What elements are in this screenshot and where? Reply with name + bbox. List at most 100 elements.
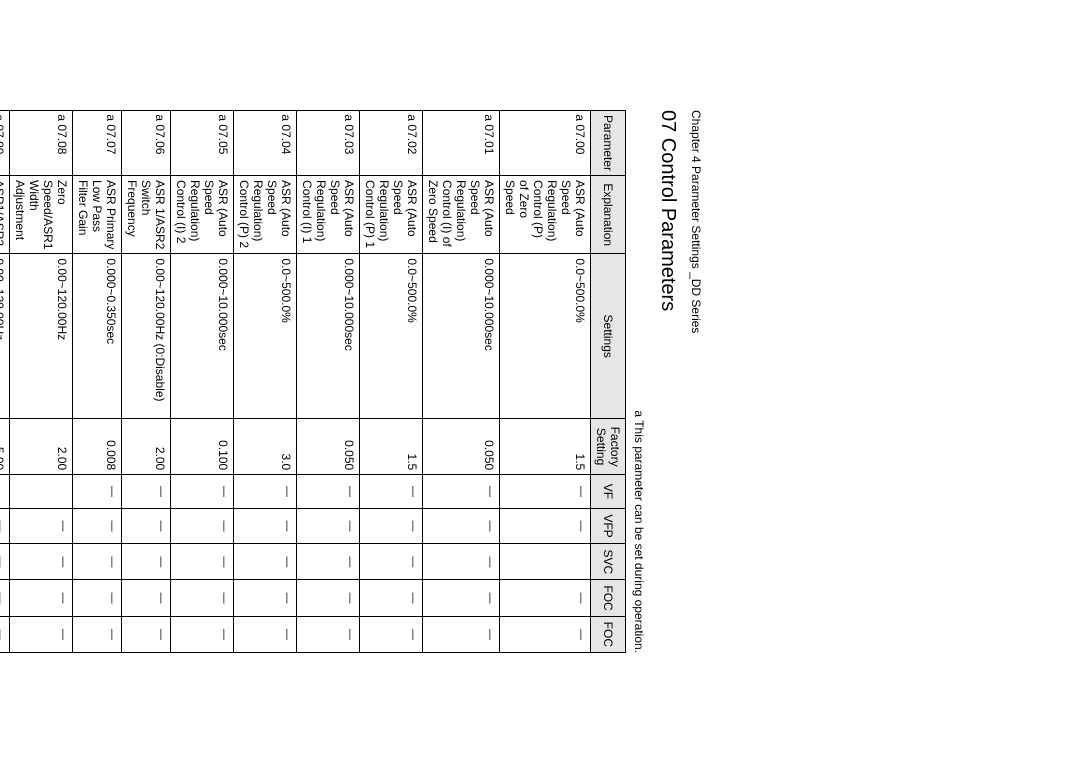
- cell-mode-1: —: [10, 508, 73, 544]
- cell-mode-4: —: [500, 616, 591, 652]
- cell-lead: a: [10, 111, 73, 125]
- th-vfp: VFP: [591, 508, 626, 544]
- cell-mode-0: —: [234, 475, 297, 508]
- cell-mode-1: —: [423, 508, 500, 544]
- cell-param: 07.05: [171, 124, 234, 175]
- cell-mode-3: —: [360, 580, 423, 616]
- th-factory: Factory Setting: [591, 419, 626, 475]
- cell-factory: 1.5: [500, 419, 591, 475]
- cell-explanation: ASR (Auto Speed Regulation) Control (P) …: [360, 176, 423, 254]
- cell-mode-4: —: [122, 616, 171, 652]
- cell-factory: 5.00: [0, 419, 10, 475]
- cell-settings: 0.000~10.000sec: [297, 254, 360, 419]
- cell-settings: 0.00~120.00Hz: [0, 254, 10, 419]
- cell-mode-1: —: [122, 508, 171, 544]
- cell-lead: a: [500, 111, 591, 125]
- table-row: a07.07ASR Primary Low Pass Filter Gain0.…: [73, 111, 122, 653]
- cell-settings: 0.0~500.0%: [234, 254, 297, 419]
- table-row: a07.06ASR 1/ASR2 Switch Frequency0.00~12…: [122, 111, 171, 653]
- cell-settings: 0.00~120.00Hz (0:Disable): [122, 254, 171, 419]
- cell-mode-3: —: [423, 580, 500, 616]
- th-vf: VF: [591, 475, 626, 508]
- cell-explanation: ASR (Auto Speed Regulation) Control (I) …: [297, 176, 360, 254]
- cell-mode-1: —: [500, 508, 591, 544]
- cell-mode-4: —: [297, 616, 360, 652]
- cell-mode-1: —: [234, 508, 297, 544]
- cell-mode-2: —: [360, 544, 423, 580]
- cell-mode-3: —: [10, 580, 73, 616]
- cell-mode-4: —: [0, 616, 10, 652]
- cell-explanation: ASR 1/ASR2 Switch Frequency: [122, 176, 171, 254]
- cell-mode-2: —: [0, 544, 10, 580]
- cell-mode-1: —: [297, 508, 360, 544]
- cell-lead: a: [122, 111, 171, 125]
- cell-mode-3: —: [73, 580, 122, 616]
- th-settings: Settings: [591, 254, 626, 419]
- cell-mode-2: [500, 544, 591, 580]
- cell-mode-1: —: [73, 508, 122, 544]
- cell-mode-0: [0, 475, 10, 508]
- cell-explanation: ASR (Auto Speed Regulation) Control (I) …: [423, 176, 500, 254]
- cell-mode-0: —: [423, 475, 500, 508]
- cell-factory: 3.0: [234, 419, 297, 475]
- cell-mode-3: —: [234, 580, 297, 616]
- th-parameter: Parameter: [591, 111, 626, 176]
- cell-settings: 0.000~10.000sec: [423, 254, 500, 419]
- cell-mode-3: —: [122, 580, 171, 616]
- cell-mode-0: —: [122, 475, 171, 508]
- table-row: a07.03ASR (Auto Speed Regulation) Contro…: [297, 111, 360, 653]
- cell-mode-2: —: [10, 544, 73, 580]
- cell-mode-3: —: [500, 580, 591, 616]
- table-row: a07.02ASR (Auto Speed Regulation) Contro…: [360, 111, 423, 653]
- table-row: a07.04ASR (Auto Speed Regulation) Contro…: [234, 111, 297, 653]
- cell-explanation: ASR (Auto Speed Regulation) Control (P) …: [234, 176, 297, 254]
- cell-mode-4: —: [10, 616, 73, 652]
- cell-mode-0: —: [171, 475, 234, 508]
- cell-param: 07.07: [73, 124, 122, 175]
- cell-factory: 1.5: [360, 419, 423, 475]
- cell-lead: a: [171, 111, 234, 125]
- th-foc2: FOC: [591, 616, 626, 652]
- cell-mode-1: —: [171, 508, 234, 544]
- page-note: a This parameter can be set during opera…: [632, 110, 646, 653]
- cell-mode-4: —: [171, 616, 234, 652]
- table-row: a07.09ASR1/ASR2 Width Adjustment0.00~120…: [0, 111, 10, 653]
- page: Chapter 4 Parameter Settings _DD Series …: [0, 0, 763, 763]
- cell-mode-3: —: [0, 580, 10, 616]
- cell-mode-1: —: [360, 508, 423, 544]
- cell-factory: 0.050: [297, 419, 360, 475]
- cell-explanation: Zero Speed/ASR1 Width Adjustment: [10, 176, 73, 254]
- cell-mode-2: —: [234, 544, 297, 580]
- th-svc: SVC: [591, 544, 626, 580]
- cell-settings: 0.00~120.00Hz: [10, 254, 73, 419]
- cell-mode-0: —: [500, 475, 591, 508]
- cell-explanation: ASR1/ASR2 Width Adjustment: [0, 176, 10, 254]
- cell-param: 07.08: [10, 124, 73, 175]
- cell-explanation: ASR Primary Low Pass Filter Gain: [73, 176, 122, 254]
- cell-settings: 0.0~500.0%: [360, 254, 423, 419]
- table-row: a07.05ASR (Auto Speed Regulation) Contro…: [171, 111, 234, 653]
- cell-mode-4: —: [234, 616, 297, 652]
- th-explanation: Explanation: [591, 176, 626, 254]
- cell-param: 07.06: [122, 124, 171, 175]
- cell-explanation: ASR (Auto Speed Regulation) Control (P) …: [500, 176, 591, 254]
- cell-mode-3: —: [297, 580, 360, 616]
- cell-mode-4: —: [423, 616, 500, 652]
- chapter-header: Chapter 4 Parameter Settings _DD Series: [689, 110, 703, 653]
- cell-mode-2: —: [297, 544, 360, 580]
- th-foc1: FOC: [591, 580, 626, 616]
- cell-param: 07.02: [360, 124, 423, 175]
- cell-mode-2: —: [122, 544, 171, 580]
- cell-param: 07.00: [500, 124, 591, 175]
- cell-settings: 0.000~10.000sec: [171, 254, 234, 419]
- cell-mode-2: —: [423, 544, 500, 580]
- cell-param: 07.03: [297, 124, 360, 175]
- page-title: 07 Control Parameters: [656, 110, 679, 653]
- cell-explanation: ASR (Auto Speed Regulation) Control (I) …: [171, 176, 234, 254]
- cell-mode-0: [10, 475, 73, 508]
- cell-lead: a: [73, 111, 122, 125]
- cell-param: 07.09: [0, 124, 10, 175]
- table-row: a07.00ASR (Auto Speed Regulation) Contro…: [500, 111, 591, 653]
- cell-mode-4: —: [73, 616, 122, 652]
- cell-factory: 2.00: [122, 419, 171, 475]
